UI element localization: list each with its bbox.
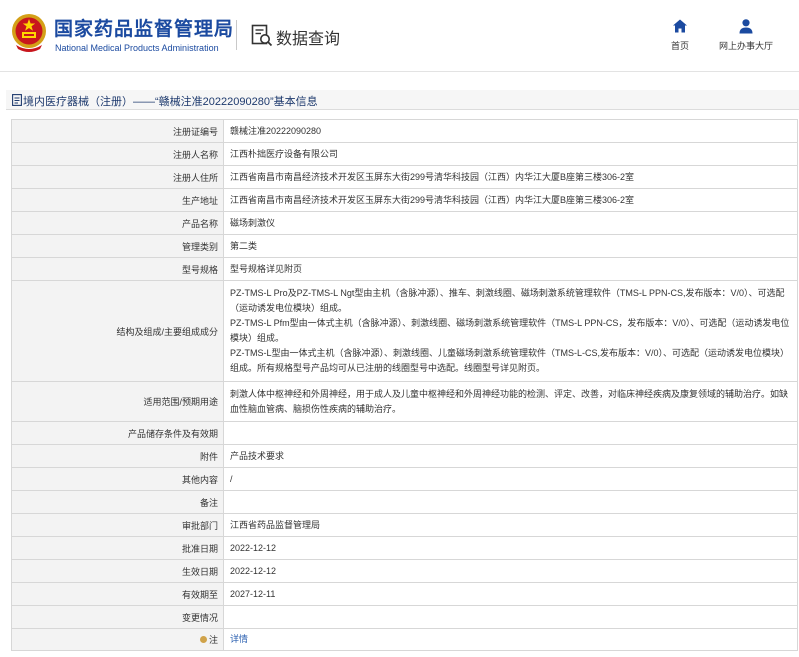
- row-label: 注册证编号: [11, 119, 224, 143]
- nav-online-hall[interactable]: 网上办事大厅: [712, 18, 780, 52]
- row-value: 型号规格详见附页: [223, 257, 798, 281]
- document-icon: [12, 94, 22, 106]
- row-label: 产品储存条件及有效期: [11, 421, 224, 445]
- row-value: [223, 490, 798, 514]
- row-label: 结构及组成/主要组成成分: [11, 280, 224, 382]
- row-value: [223, 605, 798, 629]
- row-label: 适用范围/预期用途: [11, 381, 224, 422]
- header-divider: [236, 20, 237, 50]
- row-label: 其他内容: [11, 467, 224, 491]
- table-row: 产品储存条件及有效期: [11, 421, 798, 445]
- nav-home[interactable]: 首页: [662, 18, 698, 52]
- row-label: 备注: [11, 490, 224, 514]
- row-value: 江西省南昌市南昌经济技术开发区玉屏东大街299号清华科技园（江西）内华江大厦B座…: [223, 165, 798, 189]
- details-link[interactable]: 详情: [230, 634, 248, 644]
- row-label: 审批部门: [11, 513, 224, 537]
- table-row: 注册人住所 江西省南昌市南昌经济技术开发区玉屏东大街299号清华科技园（江西）内…: [11, 165, 798, 189]
- table-row: 备注: [11, 490, 798, 514]
- row-value: 产品技术要求: [223, 444, 798, 468]
- row-label: 管理类别: [11, 234, 224, 258]
- page-title: 境内医疗器械（注册）——“赣械注准20222090280”基本信息: [23, 96, 318, 108]
- table-row: 适用范围/预期用途 刺激人体中枢神经和外周神经，用于成人及儿童中枢神经和外周神经…: [11, 381, 798, 422]
- user-icon: [739, 19, 753, 34]
- home-icon: [673, 19, 687, 33]
- row-value: 刺激人体中枢神经和外周神经，用于成人及儿童中枢神经和外周神经功能的检测、评定、改…: [223, 381, 798, 422]
- row-value: 江西省南昌市南昌经济技术开发区玉屏东大街299号清华科技园（江西）内华江大厦B座…: [223, 188, 798, 212]
- row-value: [223, 421, 798, 445]
- row-value: 详情: [223, 628, 798, 651]
- table-row: 有效期至 2027-12-11: [11, 582, 798, 606]
- structure-paragraph: PZ-TMS-L Pfm型由一体式主机（含脉冲源）、刺激线圈、磁场刺激系统管理软…: [230, 318, 790, 343]
- row-label: 变更情况: [11, 605, 224, 629]
- note-label: 注: [208, 635, 218, 645]
- table-row: 结构及组成/主要组成成分 PZ-TMS-L Pro及PZ-TMS-L Ngt型由…: [11, 280, 798, 382]
- table-row: 审批部门 江西省药品监督管理局: [11, 513, 798, 537]
- row-label: 生产地址: [11, 188, 224, 212]
- table-row: 产品名称 磁场刺激仪: [11, 211, 798, 235]
- row-value: 江西朴拙医疗设备有限公司: [223, 142, 798, 166]
- row-label: 有效期至: [11, 582, 224, 606]
- table-row: 注册证编号 赣械注准20222090280: [11, 119, 798, 143]
- row-value: 2027-12-11: [223, 582, 798, 606]
- structure-paragraph: PZ-TMS-L Pro及PZ-TMS-L Ngt型由主机（含脉冲源）、推车、刺…: [230, 288, 785, 313]
- section-title: 数据查询: [276, 31, 341, 48]
- row-label: 批准日期: [11, 536, 224, 560]
- row-label: 注册人住所: [11, 165, 224, 189]
- org-name-en: National Medical Products Administration: [55, 43, 219, 53]
- structure-paragraph: PZ-TMS-L型由一体式主机（含脉冲源）、刺激线圈、儿童磁场刺激系统管理软件（…: [230, 348, 790, 373]
- table-row: 生产地址 江西省南昌市南昌经济技术开发区玉屏东大街299号清华科技园（江西）内华…: [11, 188, 798, 212]
- breadcrumb: 境内医疗器械（注册）——“赣械注准20222090280”基本信息: [6, 90, 799, 110]
- row-label: 产品名称: [11, 211, 224, 235]
- row-value: 赣械注准20222090280: [223, 119, 798, 143]
- row-value: 2022-12-12: [223, 536, 798, 560]
- nav-home-label: 首页: [670, 41, 689, 51]
- table-row: 注册人名称 江西朴拙医疗设备有限公司: [11, 142, 798, 166]
- nav-online-hall-label: 网上办事大厅: [718, 41, 773, 51]
- national-emblem-icon: [12, 14, 46, 52]
- row-value: 磁场刺激仪: [223, 211, 798, 235]
- table-row: 生效日期 2022-12-12: [11, 559, 798, 583]
- table-row: 其他内容 /: [11, 467, 798, 491]
- row-value: 2022-12-12: [223, 559, 798, 583]
- table-row: 变更情况: [11, 605, 798, 629]
- table-row: 批准日期 2022-12-12: [11, 536, 798, 560]
- row-value: 江西省药品监督管理局: [223, 513, 798, 537]
- site-header: 国家药品监督管理局 National Medical Products Admi…: [0, 0, 799, 72]
- record-detail-table: 注册证编号 赣械注准20222090280 注册人名称 江西朴拙医疗设备有限公司…: [11, 119, 798, 651]
- row-label: 生效日期: [11, 559, 224, 583]
- org-name-cn: 国家药品监督管理局: [54, 19, 235, 40]
- row-value: PZ-TMS-L Pro及PZ-TMS-L Ngt型由主机（含脉冲源）、推车、刺…: [223, 280, 798, 382]
- data-query-icon: [251, 24, 273, 47]
- table-row: 注 详情: [11, 628, 798, 651]
- note-icon: [199, 636, 207, 643]
- row-label: 注册人名称: [11, 142, 224, 166]
- row-value: 第二类: [223, 234, 798, 258]
- row-label: 注: [11, 628, 224, 651]
- row-label: 附件: [11, 444, 224, 468]
- table-row: 管理类别 第二类: [11, 234, 798, 258]
- row-value: /: [223, 467, 798, 491]
- row-label: 型号规格: [11, 257, 224, 281]
- table-row: 型号规格 型号规格详见附页: [11, 257, 798, 281]
- table-row: 附件 产品技术要求: [11, 444, 798, 468]
